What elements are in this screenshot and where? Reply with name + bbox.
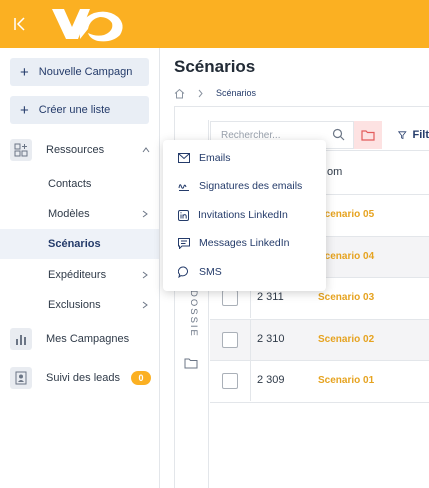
chevron-up-icon <box>142 147 150 153</box>
plus-icon: + <box>20 63 29 81</box>
row-id: 2 310 <box>257 333 285 345</box>
table-row[interactable]: 2 310 Scenario 02 <box>210 319 429 360</box>
linkedin-icon <box>178 209 189 221</box>
menu-item-label: Invitations LinkedIn <box>198 209 288 221</box>
row-id: 2 311 <box>257 291 284 303</box>
sidebar-item-models[interactable]: Modèles <box>0 199 159 229</box>
menu-item-sms[interactable]: SMS <box>163 258 326 286</box>
table-row[interactable]: 2 309 Scenario 01 <box>210 360 429 401</box>
scenario-link[interactable]: Scenario 02 <box>318 334 374 345</box>
scenario-link[interactable]: Scenario 05 <box>318 209 374 220</box>
lead-tracking-label: Suivi des leads <box>46 372 120 384</box>
menu-item-linkedin-invitations[interactable]: Invitations LinkedIn <box>163 201 326 229</box>
breadcrumb-current[interactable]: Scénarios <box>216 88 256 98</box>
top-bar <box>0 0 429 48</box>
chevron-right-icon <box>142 210 148 218</box>
sidebar-item-senders[interactable]: Expéditeurs <box>0 260 159 290</box>
sidebar-item-exclusions[interactable]: Exclusions <box>0 290 159 320</box>
filter-icon <box>398 131 407 140</box>
new-campaign-label: Nouvelle Campagn <box>38 66 133 78</box>
lead-count-badge: 0 <box>131 371 151 385</box>
filter-label: Filt <box>412 129 429 141</box>
menu-item-label: Messages LinkedIn <box>199 237 290 249</box>
scenario-link[interactable]: Scenario 01 <box>318 375 374 386</box>
chevron-right-icon <box>142 271 148 279</box>
home-icon[interactable] <box>174 88 185 99</box>
collapse-sidebar-icon[interactable] <box>12 16 28 32</box>
row-checkbox[interactable] <box>222 290 238 306</box>
page-title: Scénarios <box>174 57 256 76</box>
resources-label: Ressources <box>46 144 105 156</box>
folder-label[interactable]: DOSSIE <box>183 290 199 350</box>
row-checkbox[interactable] <box>222 373 238 389</box>
name-column-header[interactable]: om <box>327 166 342 178</box>
create-list-label: Créer une liste <box>38 104 111 116</box>
scenarios-label: Scénarios <box>48 238 101 250</box>
new-campaign-button[interactable]: + Nouvelle Campagn <box>10 58 149 86</box>
scenario-link[interactable]: Scenario 03 <box>318 292 374 303</box>
chevron-right-icon <box>198 89 203 97</box>
row-id: 2 309 <box>257 374 285 386</box>
filter-button[interactable]: Filt <box>392 121 429 149</box>
contact-card-icon <box>10 367 32 389</box>
row-checkbox[interactable] <box>222 332 238 348</box>
exclusions-label: Exclusions <box>48 299 101 311</box>
menu-item-label: SMS <box>199 266 222 278</box>
table-bottom-border <box>210 402 429 403</box>
message-icon <box>178 237 190 249</box>
contacts-label: Contacts <box>48 178 92 190</box>
my-campaigns-label: Mes Campagnes <box>46 333 130 345</box>
menu-item-email-signatures[interactable]: Signatures des emails <box>163 172 326 200</box>
folder-icon[interactable] <box>184 356 198 370</box>
sidebar-item-scenarios[interactable]: Scénarios <box>0 229 159 259</box>
menu-item-label: Signatures des emails <box>199 180 303 192</box>
menu-item-label: Emails <box>199 152 231 164</box>
breadcrumb: Scénarios <box>174 86 256 100</box>
chat-bubble-icon <box>178 266 188 278</box>
sidebar-item-contacts[interactable]: Contacts <box>0 169 159 199</box>
create-list-button[interactable]: + Créer une liste <box>10 96 149 124</box>
resources-icon <box>10 139 32 161</box>
models-label: Modèles <box>48 208 90 220</box>
app-logo[interactable] <box>50 5 126 43</box>
scenario-link[interactable]: Scenario 04 <box>318 251 374 262</box>
senders-label: Expéditeurs <box>48 269 107 281</box>
signature-icon <box>178 184 189 191</box>
menu-item-emails[interactable]: Emails <box>163 144 326 172</box>
new-scenario-type-menu: Emails Signatures des emails Invitations… <box>163 140 326 291</box>
folder-icon <box>361 130 375 141</box>
sidebar-item-resources[interactable]: Ressources <box>10 137 160 163</box>
envelope-icon <box>178 153 190 163</box>
column-divider <box>250 361 251 401</box>
menu-item-linkedin-messages[interactable]: Messages LinkedIn <box>163 229 326 257</box>
plus-icon: + <box>20 101 29 119</box>
sidebar-item-my-campaigns[interactable]: Mes Campagnes <box>10 326 160 352</box>
bar-chart-icon <box>10 328 32 350</box>
folder-button[interactable] <box>354 121 382 149</box>
search-icon[interactable] <box>332 128 345 141</box>
column-divider <box>250 320 251 360</box>
chevron-right-icon <box>142 301 148 309</box>
